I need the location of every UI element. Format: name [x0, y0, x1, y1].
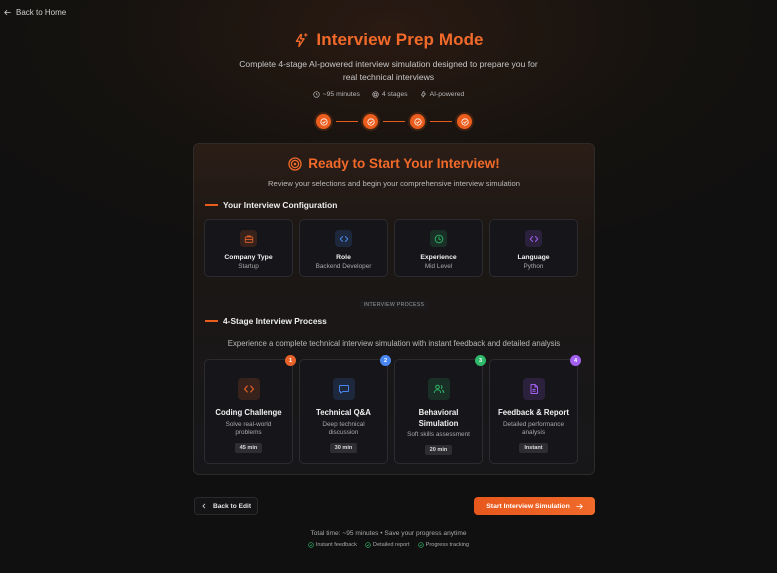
- code-icon: [529, 235, 538, 242]
- step-4-complete: [457, 114, 472, 129]
- config-experience: Experience Mid Level: [394, 219, 483, 277]
- stage-icon-wrap: [237, 378, 260, 400]
- process-heading: 4-Stage Interview Process: [205, 316, 327, 326]
- step-connector: [430, 120, 452, 123]
- stage-card-technical-qa: 2 Technical Q&A Deep technical discussio…: [299, 355, 391, 464]
- start-interview-button[interactable]: Start Interview Simulation: [474, 497, 595, 515]
- back-to-edit-button[interactable]: Back to Edit: [194, 497, 258, 515]
- config-company-type: Company Type Startup: [204, 219, 293, 277]
- stage-number-badge: 1: [285, 355, 296, 366]
- arrow-left-icon: [4, 9, 11, 16]
- stage-card-coding: 1 Coding Challenge Solve real-world prob…: [204, 355, 296, 464]
- card-title-row: Ready to Start Your Interview!: [194, 156, 594, 171]
- code-icon: [339, 235, 348, 242]
- stage-card-feedback: 4 Feedback & Report Detailed performance…: [489, 355, 581, 464]
- summary-card: Ready to Start Your Interview! Review yo…: [193, 143, 595, 475]
- arrow-right-icon: [576, 503, 583, 509]
- heading-accent-bar: [205, 320, 218, 322]
- page-title: Interview Prep Mode: [316, 30, 484, 49]
- chevron-left-icon: [202, 503, 206, 509]
- stage-number-badge: 4: [570, 355, 581, 366]
- card-title: Ready to Start Your Interview!: [308, 156, 500, 171]
- meta-ai: AI-powered: [420, 91, 464, 98]
- feature-progress-tracking: Progress tracking: [417, 542, 469, 548]
- briefcase-icon: [244, 235, 253, 243]
- target-icon: [372, 91, 379, 98]
- heading-accent-bar: [205, 204, 218, 206]
- stage-number-badge: 3: [475, 355, 486, 366]
- step-3-complete: [410, 114, 425, 129]
- footer-total-time: Total time: ~95 minutes • Save your prog…: [310, 530, 467, 537]
- check-circle-icon: [319, 117, 328, 126]
- meta-duration: ~95 minutes: [313, 91, 360, 98]
- config-language: Language Python: [489, 219, 578, 277]
- stage-duration-badge: 30 min: [329, 442, 358, 453]
- check-circle-icon: [366, 117, 375, 126]
- meta-stages: 4 stages: [372, 91, 408, 98]
- card-subtitle: Review your selections and begin your co…: [268, 179, 520, 188]
- config-icon-wrap: [335, 230, 352, 247]
- stage-card-behavioral: 3 Behavioral Simulation Soft skills asse…: [394, 355, 486, 464]
- check-circle-icon: [365, 542, 371, 548]
- chat-icon: [338, 385, 349, 394]
- step-1-complete: [316, 114, 331, 129]
- page-subtitle: Complete 4-stage AI-powered interview si…: [239, 59, 538, 82]
- document-icon: [530, 384, 538, 394]
- check-circle-icon: [417, 542, 424, 548]
- check-circle-icon: [460, 117, 469, 126]
- config-heading: Your Interview Configuration: [205, 200, 337, 210]
- meta-row: ~95 minutes 4 stages AI-powered: [0, 91, 777, 98]
- sparkle-zap-icon: [296, 32, 308, 47]
- stage-icon-wrap: [332, 378, 355, 400]
- stage-icon-wrap: [427, 378, 450, 400]
- feature-detailed-report: Detailed report: [365, 542, 410, 548]
- back-to-home-label: Back to Home: [16, 8, 67, 17]
- footer-features: Instant feedback Detailed report Progres…: [0, 542, 777, 548]
- clock-icon: [313, 91, 320, 98]
- check-circle-icon: [413, 117, 422, 126]
- page-header: Interview Prep Mode Complete 4-stage AI-…: [0, 30, 777, 98]
- process-subtitle: Experience a complete technical intervie…: [227, 339, 561, 348]
- check-circle-icon: [308, 542, 314, 548]
- config-grid: Company Type Startup Role Backend Develo…: [204, 219, 578, 277]
- divider-label: INTERVIEW PROCESS: [359, 301, 429, 309]
- users-icon: [433, 384, 444, 394]
- config-role: Role Backend Developer: [299, 219, 388, 277]
- stage-duration-badge: 20 min: [424, 444, 453, 455]
- section-divider: INTERVIEW PROCESS: [194, 293, 594, 311]
- stage-duration-badge: 45 min: [234, 442, 263, 453]
- step-connector: [383, 120, 405, 123]
- clock-icon: [434, 234, 443, 243]
- title-row: Interview Prep Mode: [0, 30, 777, 50]
- progress-stepper: [316, 114, 472, 129]
- stage-icon-wrap: [522, 378, 545, 400]
- config-icon-wrap: [430, 230, 447, 247]
- step-connector: [336, 120, 358, 123]
- target-icon: [288, 156, 302, 171]
- stage-number-badge: 2: [380, 355, 391, 366]
- back-to-home-link[interactable]: Back to Home: [4, 8, 66, 17]
- code-icon: [243, 385, 254, 393]
- step-2-complete: [363, 114, 378, 129]
- stage-grid: 1 Coding Challenge Solve real-world prob…: [204, 355, 581, 464]
- feature-instant-feedback: Instant feedback: [308, 542, 357, 548]
- config-icon-wrap: [525, 230, 542, 247]
- stage-duration-badge: Instant: [519, 442, 548, 453]
- sparkle-icon: [420, 91, 426, 98]
- config-icon-wrap: [240, 230, 257, 247]
